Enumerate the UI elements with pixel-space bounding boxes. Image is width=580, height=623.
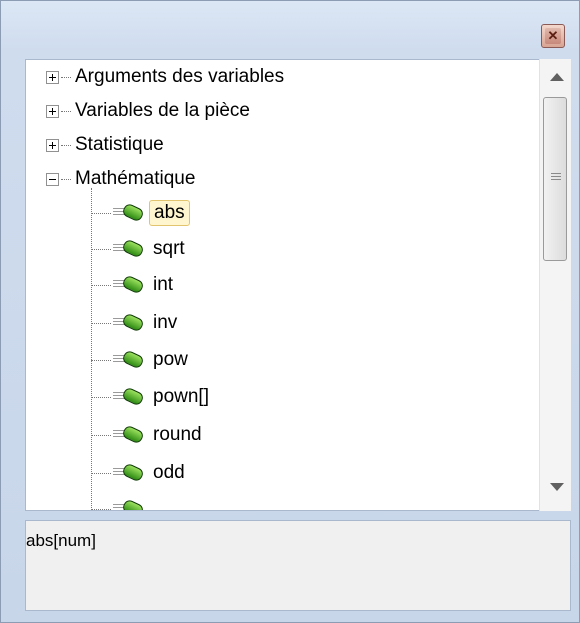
function-label: inv [153, 312, 178, 333]
function-item-odd[interactable]: odd [91, 456, 189, 490]
function-item-partial [91, 492, 149, 510]
expand-icon[interactable] [46, 138, 59, 152]
function-item-int[interactable]: int [91, 268, 177, 302]
function-icon [111, 424, 145, 445]
tree-item-mathematique[interactable]: Mathématique [46, 162, 195, 196]
function-icon [111, 498, 145, 510]
function-item-sqrt[interactable]: sqrt [91, 232, 189, 266]
scrollbar-thumb[interactable] [543, 97, 567, 261]
function-tree[interactable]: Arguments des variables Variables de la … [25, 59, 571, 511]
function-icon [111, 202, 145, 223]
function-item-round[interactable]: round [91, 418, 206, 452]
function-icon [111, 274, 145, 295]
function-icon [111, 349, 145, 370]
function-browser-window: ✕ Arguments des variables Variables de l… [0, 0, 580, 623]
title-bar: ✕ [1, 1, 579, 59]
tree-item-statistique[interactable]: Statistique [46, 128, 164, 162]
collapse-icon[interactable] [46, 172, 59, 186]
function-item-pown[interactable]: pown[] [91, 380, 213, 414]
tree-item-label: Arguments des variables [75, 66, 285, 87]
function-icon [111, 462, 145, 483]
function-label: round [153, 424, 202, 445]
close-button[interactable]: ✕ [541, 24, 565, 48]
vertical-scrollbar[interactable] [539, 59, 571, 511]
scroll-down-arrow-icon[interactable] [550, 483, 564, 491]
function-label: pow [153, 349, 188, 370]
function-item-pow[interactable]: pow [91, 343, 192, 377]
function-icon [111, 386, 145, 407]
function-icon [111, 238, 145, 259]
grip-icon [551, 173, 561, 181]
function-description-panel: abs[num] [25, 520, 571, 611]
tree-item-label: Statistique [75, 134, 164, 155]
scroll-up-arrow-icon[interactable] [550, 73, 564, 81]
expand-icon[interactable] [46, 70, 59, 84]
tree-item-variables-de-la-piece[interactable]: Variables de la pièce [46, 94, 250, 128]
function-label: int [153, 274, 174, 295]
close-icon: ✕ [545, 28, 561, 44]
expand-icon[interactable] [46, 104, 59, 118]
function-icon [111, 312, 145, 333]
tree-item-arguments-des-variables[interactable]: Arguments des variables [46, 60, 284, 94]
function-label: sqrt [153, 238, 185, 259]
function-item-inv[interactable]: inv [91, 306, 181, 340]
tree-item-label: Variables de la pièce [75, 100, 250, 121]
function-label: abs [149, 200, 190, 226]
function-signature: abs[num] [26, 531, 96, 550]
function-label: pown[] [153, 386, 209, 407]
tree-item-label: Mathématique [75, 168, 196, 189]
function-item-abs[interactable]: abs [91, 196, 190, 230]
function-label: odd [153, 462, 185, 483]
